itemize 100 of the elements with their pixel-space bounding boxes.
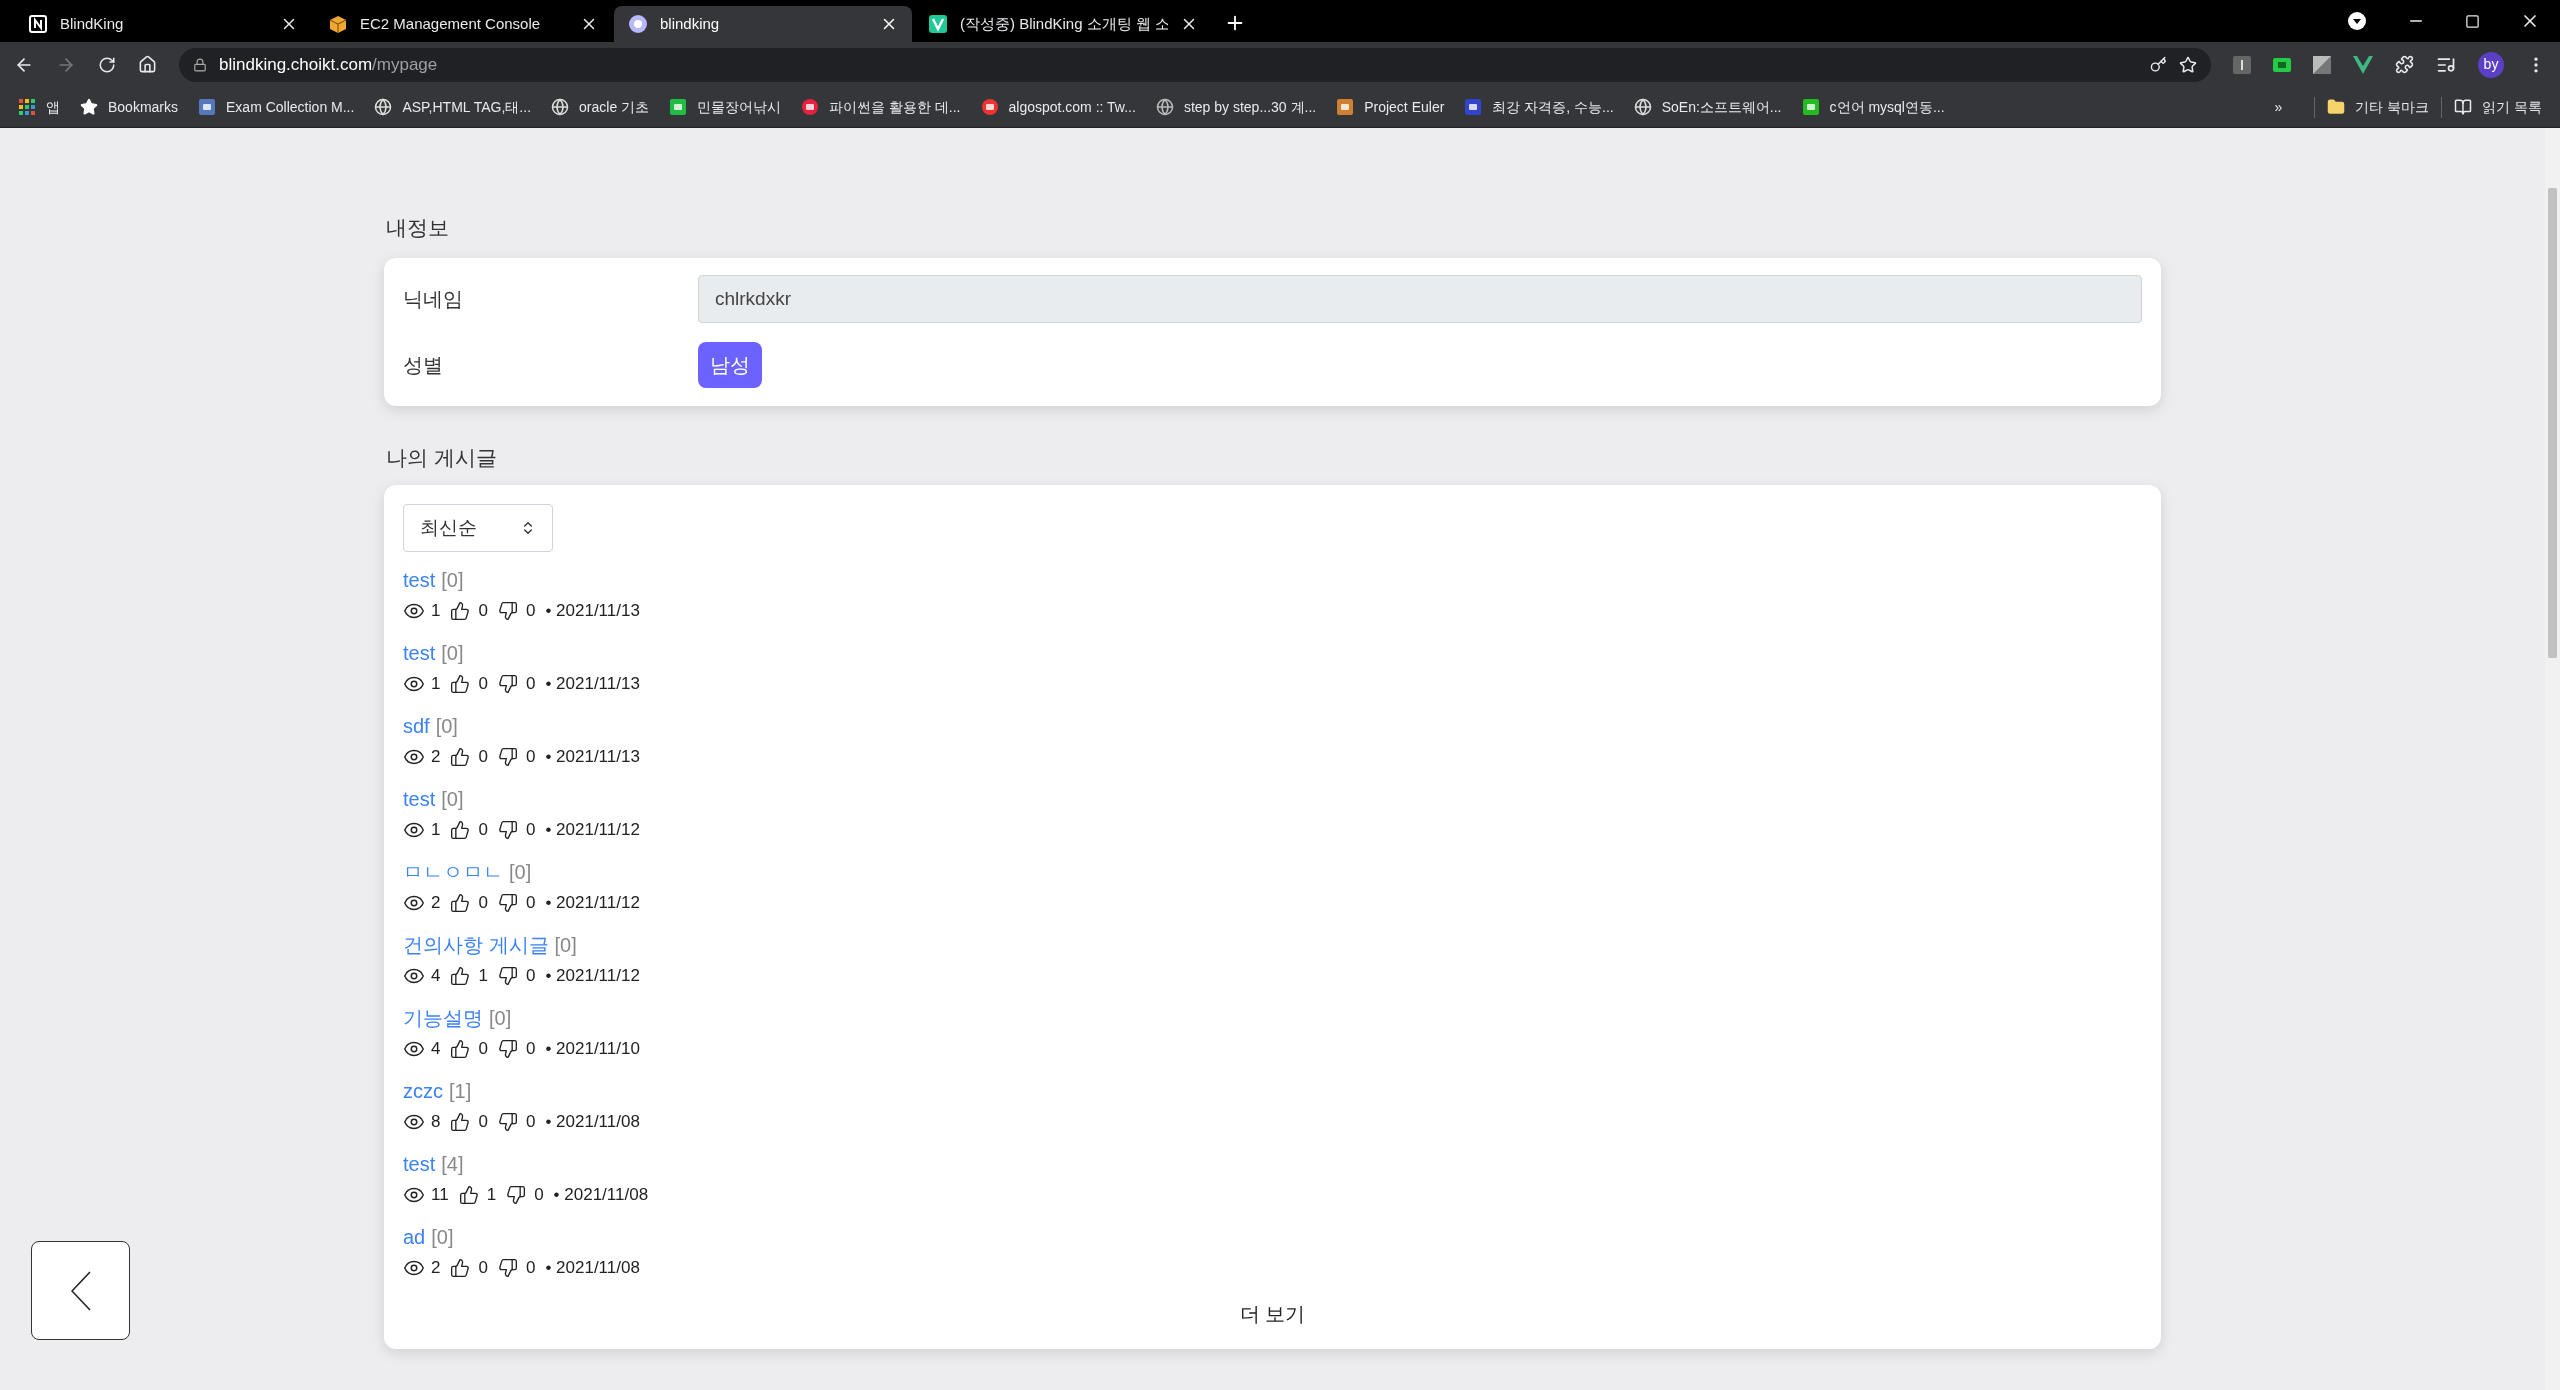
dislike-count: 0 [525, 746, 536, 769]
like-count: 0 [478, 1111, 488, 1134]
bookmark-star-icon[interactable] [2179, 55, 2197, 74]
gender-button[interactable]: 남성 [698, 341, 762, 388]
post-title-link[interactable]: 기능설명 [403, 1003, 483, 1033]
post-title-link[interactable]: ㅁㄴㅇㅁㄴ [403, 857, 503, 887]
view-count: 4 [431, 965, 441, 988]
field-label: 닉네임 [403, 286, 464, 312]
comment-count: [0] [441, 787, 464, 812]
bookmark-item[interactable]: Exam Collection M... [198, 96, 355, 118]
view-count: 1 [431, 600, 441, 623]
post-title-link[interactable]: test [403, 1149, 436, 1179]
load-more-button[interactable]: 더 보기 [1233, 1295, 1312, 1333]
thumbs-up-icon [450, 1112, 471, 1132]
extension-icon[interactable] [2233, 55, 2251, 74]
back-button[interactable] [31, 1241, 130, 1340]
post-date: • 2021/11/13 [545, 746, 640, 769]
extension-icon[interactable] [2273, 57, 2291, 72]
like-count: 1 [478, 965, 488, 988]
reload-icon[interactable] [98, 55, 116, 74]
dislike-count: 0 [534, 1184, 544, 1207]
view-count: 1 [431, 673, 441, 696]
bookmark-item[interactable]: algospot.com :: Tw... [980, 96, 1136, 118]
thumbs-down-icon [497, 820, 518, 840]
dislike-count: 0 [525, 1038, 536, 1061]
bookmark-item[interactable]: oracle 기초 [551, 96, 650, 118]
site-favicon-icon [669, 98, 688, 116]
profile-avatar[interactable]: by [2478, 51, 2504, 78]
post-date: • 2021/11/12 [545, 819, 640, 842]
comment-count: [0] [441, 568, 464, 593]
home-icon[interactable] [138, 55, 157, 74]
bookmark-item[interactable]: 최강 자격증, 수능... [1464, 96, 1614, 118]
bookmark-folder[interactable]: 읽기 목록 [2441, 96, 2542, 118]
bookmark-item[interactable]: 민물장어낚시 [669, 96, 782, 118]
thumbs-up-icon [450, 674, 471, 694]
comment-count: [1] [449, 1079, 472, 1104]
post-title-link[interactable]: 건의사항 게시글 [403, 930, 549, 960]
thumbs-up-icon [450, 1039, 471, 1059]
bookmark-item[interactable]: SoEn:소프트웨어... [1633, 96, 1782, 118]
globe-icon [1633, 98, 1652, 116]
bookmark-item[interactable]: 파이썬을 활용한 데... [801, 96, 961, 118]
bookmark-item[interactable]: step by step...30 계... [1155, 96, 1317, 118]
browser-tab[interactable]: blindking [614, 6, 912, 42]
restore-icon[interactable] [2465, 13, 2480, 29]
dislike-count: 0 [525, 673, 536, 696]
section-heading: 나의 게시글 [386, 444, 498, 471]
url-text: blindking.choikt.com/mypage [219, 53, 438, 76]
bookmark-item[interactable]: Bookmarks [80, 96, 179, 118]
comment-count: [0] [441, 641, 464, 666]
thumbs-down-icon [497, 1258, 518, 1278]
view-count: 2 [431, 1257, 441, 1280]
post-title-link[interactable]: ad [403, 1222, 426, 1252]
notion-icon [28, 14, 48, 34]
key-icon[interactable] [2150, 56, 2167, 73]
bookmark-item[interactable]: c언어 mysql연동... [1801, 96, 1945, 118]
post-title-link[interactable]: test [403, 784, 436, 814]
extension-icon[interactable] [2313, 55, 2331, 74]
thumbs-down-icon [506, 1185, 527, 1205]
folder-icon [2327, 98, 2346, 116]
extensions-icon[interactable] [2395, 55, 2414, 74]
scrollbar[interactable] [2545, 128, 2560, 1390]
post-date: • 2021/11/08 [545, 1111, 640, 1134]
post-title-link[interactable]: test [403, 638, 436, 668]
more-bookmarks-button[interactable]: » [2274, 96, 2283, 118]
like-count: 0 [478, 1257, 488, 1280]
bookmark-item[interactable]: 앱 [18, 96, 60, 118]
comment-count: [0] [509, 860, 532, 885]
post-title-link[interactable]: zczc [403, 1076, 443, 1106]
box-icon [328, 14, 348, 34]
post-title-link[interactable]: test [403, 565, 436, 595]
globe-icon [551, 98, 570, 116]
site-favicon-icon [1801, 98, 1820, 116]
bookmark-item[interactable]: ASP,HTML TAG,태... [374, 96, 532, 118]
address-bar[interactable]: blindking.choikt.com/mypage [179, 47, 2211, 82]
site-favicon-icon [1464, 98, 1483, 116]
nickname-field[interactable]: chlrkdxkr [698, 274, 2142, 323]
thumbs-down-icon [497, 1112, 518, 1132]
like-count: 0 [478, 819, 488, 842]
tab-title: EC2 Management Console [360, 13, 542, 34]
view-count: 4 [431, 1038, 441, 1061]
post-title-link[interactable]: sdf [403, 711, 430, 741]
post-date: • 2021/11/13 [545, 600, 640, 623]
like-count: 0 [478, 600, 488, 623]
view-count: 8 [431, 1111, 441, 1134]
lock-icon [193, 57, 207, 72]
view-count: 2 [431, 892, 441, 915]
comment-count: [0] [554, 933, 577, 958]
comment-count: [0] [489, 1006, 512, 1031]
chevron-left-icon [70, 1270, 91, 1311]
site-favicon-icon [801, 98, 820, 116]
bookmark-folder[interactable]: 기타 북마크 [2314, 96, 2430, 118]
dislike-count: 0 [525, 1257, 536, 1280]
bookmark-item[interactable]: Project Euler [1336, 96, 1445, 118]
v-logo-icon[interactable] [2353, 55, 2373, 74]
sort-select[interactable]: 최신순 [403, 504, 553, 552]
thumbs-up-icon [450, 601, 471, 621]
media-control-icon[interactable] [2347, 11, 2367, 31]
thumbs-down-icon [497, 966, 518, 986]
dislike-count: 0 [525, 600, 536, 623]
like-count: 1 [486, 1184, 497, 1207]
